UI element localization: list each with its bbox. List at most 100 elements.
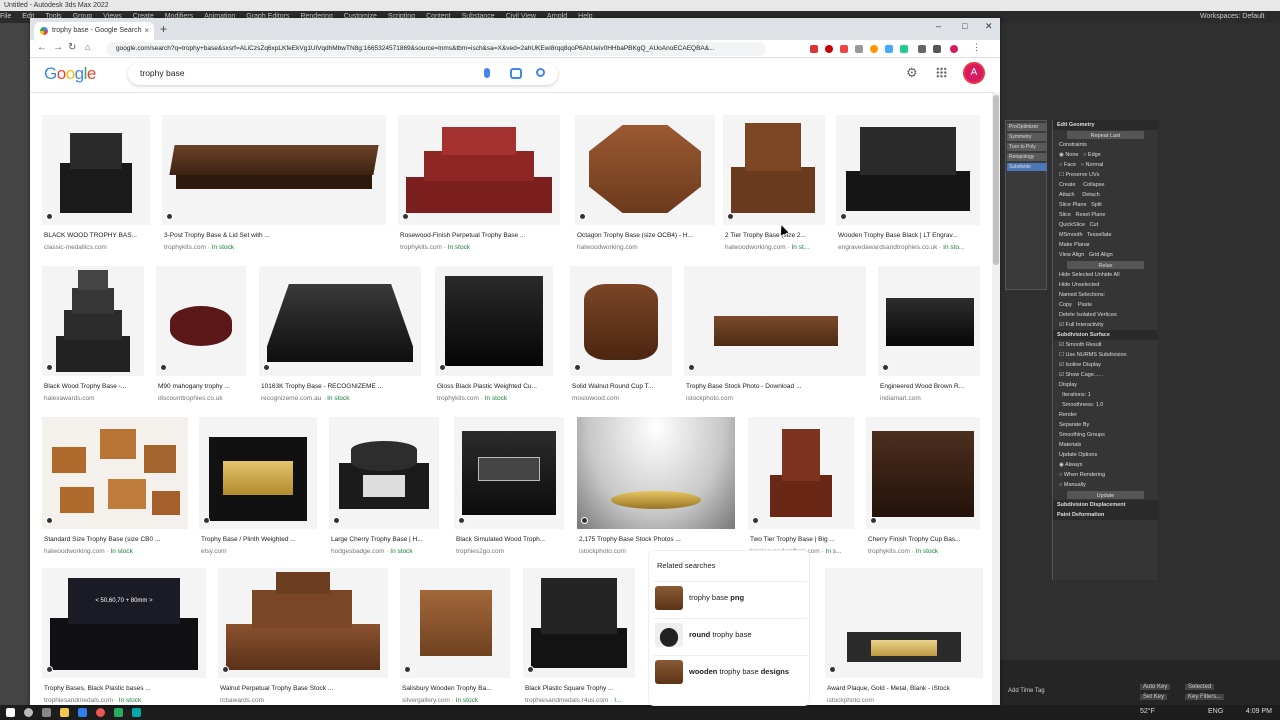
extension-icon-3[interactable] xyxy=(840,45,848,53)
constraints-row-2[interactable]: ○ Face ○ Normal xyxy=(1053,160,1158,170)
attach-button[interactable]: Attach xyxy=(1059,192,1075,198)
image-result[interactable]: Award Plaque, Gold - Metal, Blank - iSto… xyxy=(825,568,983,708)
result-thumbnail[interactable] xyxy=(454,417,564,529)
image-result[interactable]: Black Simulated Wood Troph... trophies2go… xyxy=(454,417,564,559)
show-cage-checkbox[interactable]: ☑ Show Cage...... xyxy=(1053,370,1158,380)
google-logo[interactable]: Google xyxy=(44,64,96,84)
modifier-turn-to-poly[interactable]: Turn to Poly xyxy=(1007,143,1047,151)
result-source[interactable]: etsy.com xyxy=(201,548,319,555)
search-icon[interactable] xyxy=(536,68,545,77)
image-result[interactable]: 10163K Trophy Base - RECOGNIZEME ... reco… xyxy=(259,266,421,406)
image-result[interactable]: Gloss Black Plastic Weighted Cu... trophy… xyxy=(435,266,553,406)
max-menu-file[interactable]: File xyxy=(0,11,11,23)
result-source[interactable]: indiamart.com xyxy=(880,395,982,402)
split-checkbox[interactable]: Split xyxy=(1091,202,1102,208)
slice-plane-button[interactable]: Slice Plane xyxy=(1059,202,1087,208)
result-thumbnail[interactable] xyxy=(199,417,317,529)
chrome-icon[interactable] xyxy=(96,708,105,717)
language-indicator[interactable]: ENG xyxy=(1208,708,1223,715)
result-source[interactable]: trophykits.com · In stock xyxy=(868,548,982,555)
modifier-symmetry[interactable]: Symmetry xyxy=(1007,133,1047,141)
result-thumbnail[interactable] xyxy=(575,115,715,225)
close-tab-icon[interactable]: × xyxy=(144,22,149,40)
result-source[interactable]: halwoodworking.com · In st... xyxy=(725,244,827,251)
iterations-row[interactable]: Iterations: 1 xyxy=(1053,390,1158,400)
image-result[interactable]: Walnut Perpetual Trophy Base Stock ... rc… xyxy=(218,568,388,708)
edge-icon[interactable] xyxy=(78,708,87,717)
use-nurms-checkbox[interactable]: ☐ Use NURMS Subdivision xyxy=(1053,350,1158,360)
extension-icon-7[interactable] xyxy=(900,45,908,53)
related-item-png[interactable]: trophy base png xyxy=(653,581,807,613)
hide-selected-button[interactable]: Hide Selected xyxy=(1059,272,1093,278)
related-item-wooden[interactable]: wooden trophy base designs xyxy=(653,655,807,687)
result-caption[interactable]: Walnut Perpetual Trophy Base Stock ... xyxy=(220,685,390,692)
modifier-prooptimizer[interactable]: ProOptimizer xyxy=(1007,123,1047,131)
iterations-value[interactable]: 1 xyxy=(1088,392,1091,398)
always-radio[interactable]: ◉ Always xyxy=(1053,460,1158,470)
result-thumbnail[interactable] xyxy=(836,115,980,225)
search-icon[interactable] xyxy=(24,708,33,717)
result-source[interactable]: halwoodworking.com xyxy=(577,244,717,251)
result-thumbnail[interactable] xyxy=(329,417,439,529)
msmooth-button[interactable]: MSmooth xyxy=(1059,232,1083,238)
cut-button[interactable]: Cut xyxy=(1090,222,1099,228)
maximize-icon[interactable]: □ xyxy=(962,21,967,31)
minimize-icon[interactable]: – xyxy=(936,21,941,31)
result-thumbnail[interactable] xyxy=(42,266,144,376)
image-result[interactable]: Black Wood Trophy Base -... halexawards.c… xyxy=(42,266,144,406)
paint-deformation-rollout[interactable]: Paint Deformation xyxy=(1053,510,1158,520)
tessellate-button[interactable]: Tessellate xyxy=(1087,232,1111,238)
result-source[interactable]: hodgesbadge.com · In stock xyxy=(331,548,441,555)
collapse-button[interactable]: Collapse xyxy=(1083,182,1104,188)
max-icon[interactable] xyxy=(132,708,141,717)
address-bar[interactable]: google.com/search?q=trophy+base&sxsrf=AL… xyxy=(106,42,766,56)
attach-detach-row[interactable]: Attach Detach xyxy=(1053,190,1158,200)
result-caption[interactable]: Salisbury Wooden Trophy Ba... xyxy=(402,685,512,692)
image-result[interactable]: Rosewood-Finish Perpetual Trophy Base ..… xyxy=(398,115,560,255)
result-caption[interactable]: BLACK WOOD TROPHY BAS... xyxy=(44,232,152,239)
result-thumbnail[interactable] xyxy=(748,417,854,529)
profile-icon[interactable] xyxy=(950,45,958,53)
image-result[interactable]: Engineered Wood Brown R... indiamart.com xyxy=(878,266,980,406)
result-source[interactable]: mosiowood.com xyxy=(572,395,674,402)
sidepanel-icon[interactable] xyxy=(933,45,941,53)
make-planar-button[interactable]: Make Planar xyxy=(1053,240,1158,250)
result-caption[interactable]: Solid Walnut Round Cup T... xyxy=(572,383,674,390)
result-thumbnail[interactable] xyxy=(42,115,150,225)
result-thumbnail[interactable] xyxy=(878,266,980,376)
avatar[interactable]: A xyxy=(963,62,985,84)
extension-icon-4[interactable] xyxy=(855,45,863,53)
page-scrollbar[interactable] xyxy=(992,93,1000,705)
selected-dropdown[interactable]: Selected xyxy=(1185,684,1215,690)
image-result[interactable]: Large Cherry Trophy Base | H... hodgesbad… xyxy=(329,417,439,559)
apps-grid-icon[interactable] xyxy=(936,67,947,78)
result-source[interactable]: halexawards.com xyxy=(44,395,146,402)
image-result[interactable]: Cherry Finish Trophy Cup Bas... trophykit… xyxy=(866,417,980,559)
result-caption[interactable]: Standard Size Trophy Base (size CB0 ... xyxy=(44,536,190,543)
google-lens-icon[interactable] xyxy=(510,68,522,79)
result-caption[interactable]: Engineered Wood Brown R... xyxy=(880,383,982,390)
result-source[interactable]: trophiesandmedals.r4us.com · I... xyxy=(525,697,637,704)
image-result[interactable]: Trophy Base / Plinth Weighted ... etsy.co… xyxy=(199,417,317,559)
none-radio[interactable]: None xyxy=(1065,152,1078,158)
result-caption[interactable]: 2,175 Trophy Base Stock Photos ... xyxy=(579,536,737,543)
normal-radio[interactable]: Normal xyxy=(1086,162,1104,168)
clock[interactable]: 4:09 PM xyxy=(1246,708,1272,715)
result-source[interactable]: trophykits.com · In stock xyxy=(437,395,555,402)
home-icon[interactable]: ⌂ xyxy=(85,42,90,52)
result-thumbnail[interactable] xyxy=(435,266,553,376)
subdivision-displacement-rollout[interactable]: Subdivision Displacement xyxy=(1053,500,1158,510)
msmooth-row[interactable]: MSmooth Tessellate xyxy=(1053,230,1158,240)
result-source[interactable]: discounttrophies.co.uk xyxy=(158,395,248,402)
result-caption[interactable]: Black Wood Trophy Base -... xyxy=(44,383,146,390)
result-source[interactable]: istockphoto.com xyxy=(686,395,868,402)
result-source[interactable]: trophykits.com · In stock xyxy=(400,244,562,251)
max-workspaces[interactable]: Workspaces: Default xyxy=(1000,11,1280,23)
set-key-button[interactable]: Set Key xyxy=(1140,694,1168,700)
smoothness-value[interactable]: 1.0 xyxy=(1096,402,1104,408)
new-tab-icon[interactable]: + xyxy=(160,22,167,36)
settings-gear-icon[interactable]: ⚙ xyxy=(906,65,918,81)
microphone-icon[interactable] xyxy=(484,68,490,78)
constraints-row-1[interactable]: ◉ None ○ Edge xyxy=(1053,150,1158,160)
slice-row[interactable]: Slice Reset Plane xyxy=(1053,210,1158,220)
